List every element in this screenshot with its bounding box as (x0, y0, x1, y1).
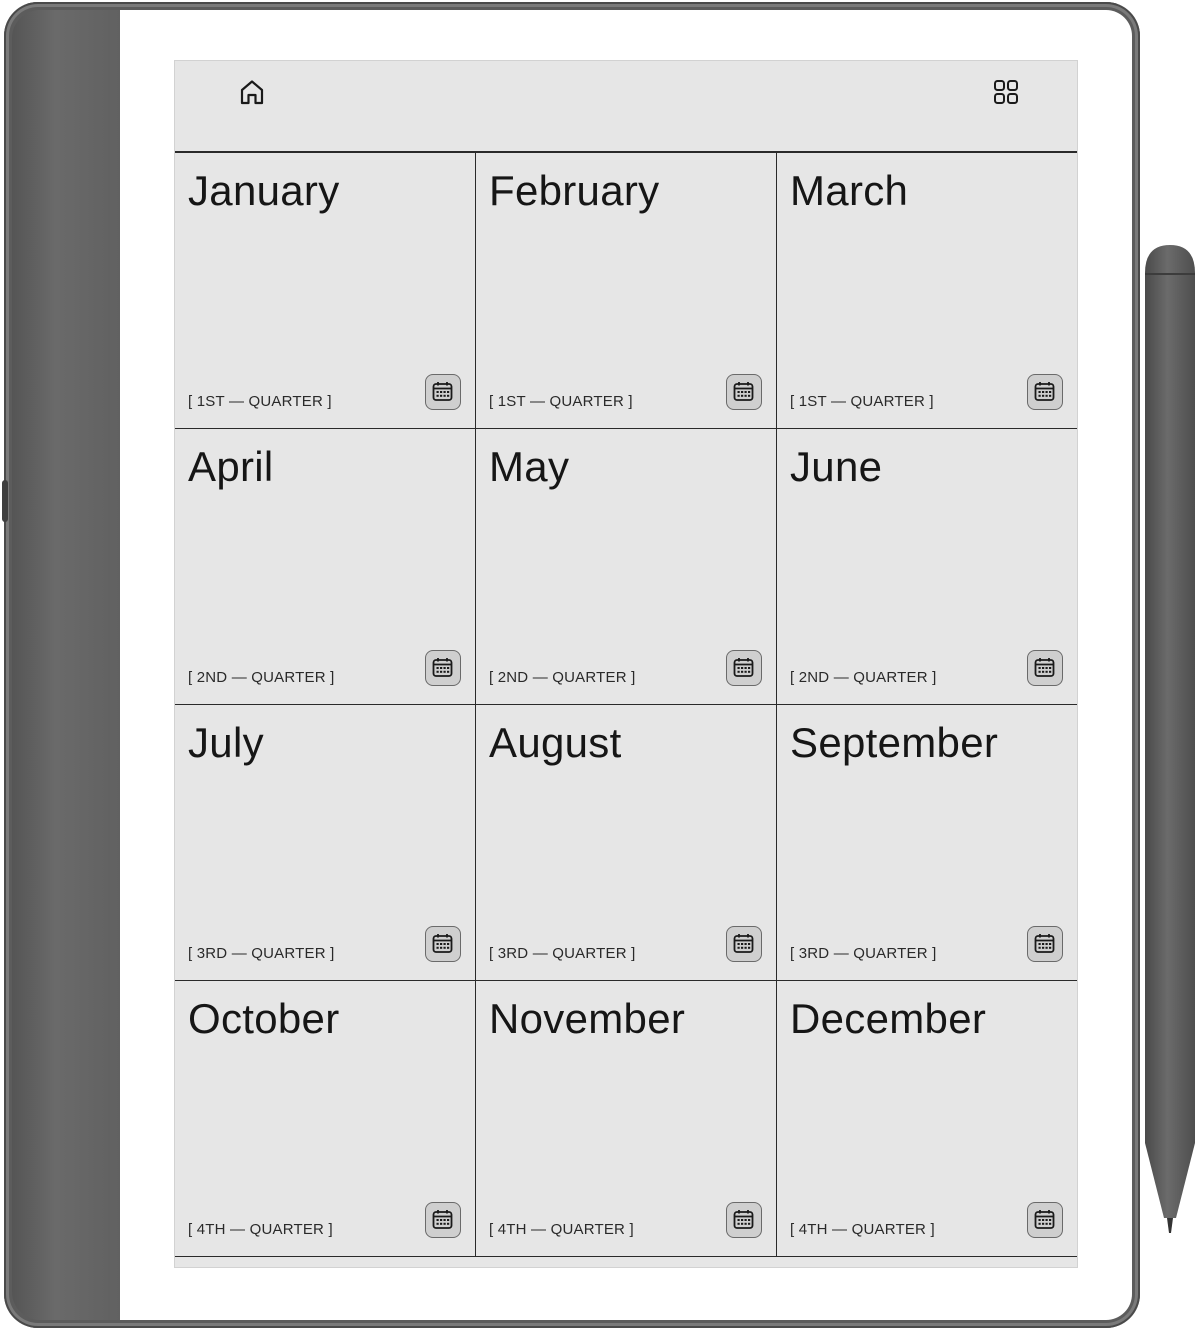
month-card-june[interactable]: June [ 2ND — QUARTER ] (777, 429, 1077, 705)
calendar-icon (1034, 934, 1055, 953)
month-card-march[interactable]: March [ 1ST — QUARTER ] (777, 153, 1077, 429)
calendar-button[interactable] (1027, 1202, 1063, 1238)
quarter-label: [ 2ND — QUARTER ] (790, 669, 937, 686)
top-toolbar (175, 61, 1077, 153)
calendar-button[interactable] (425, 374, 461, 410)
calendar-icon (432, 382, 453, 401)
calendar-button[interactable] (425, 1202, 461, 1238)
quarter-label: [ 2ND — QUARTER ] (489, 669, 636, 686)
month-card-august[interactable]: August [ 3RD — QUARTER ] (476, 705, 777, 981)
home-icon[interactable] (237, 77, 267, 107)
month-title: January (188, 167, 340, 214)
calendar-icon (733, 382, 754, 401)
quarter-label: [ 2ND — QUARTER ] (188, 669, 335, 686)
quarter-label: [ 3RD — QUARTER ] (489, 945, 636, 962)
month-card-july[interactable]: July [ 3RD — QUARTER ] (175, 705, 476, 981)
month-title: June (790, 443, 883, 490)
month-grid: January [ 1ST — QUARTER ] February [ 1ST… (175, 153, 1077, 1257)
month-title: March (790, 167, 909, 214)
month-card-january[interactable]: January [ 1ST — QUARTER ] (175, 153, 476, 429)
calendar-button[interactable] (726, 374, 762, 410)
eink-screen: January [ 1ST — QUARTER ] February [ 1ST… (174, 60, 1078, 1268)
calendar-button[interactable] (1027, 650, 1063, 686)
quarter-label: [ 4TH — QUARTER ] (489, 1221, 634, 1238)
power-button (2, 480, 8, 522)
calendar-button[interactable] (726, 1202, 762, 1238)
calendar-icon (1034, 1210, 1055, 1229)
calendar-icon (1034, 382, 1055, 401)
month-card-november[interactable]: November [ 4TH — QUARTER ] (476, 981, 777, 1257)
month-card-december[interactable]: December [ 4TH — QUARTER ] (777, 981, 1077, 1257)
calendar-icon (733, 1210, 754, 1229)
month-card-september[interactable]: September [ 3RD — QUARTER ] (777, 705, 1077, 981)
device-photo: January [ 1ST — QUARTER ] February [ 1ST… (0, 0, 1200, 1332)
month-card-may[interactable]: May [ 2ND — QUARTER ] (476, 429, 777, 705)
calendar-icon (733, 658, 754, 677)
month-title: July (188, 719, 264, 766)
calendar-icon (1034, 658, 1055, 677)
month-title: April (188, 443, 274, 490)
calendar-button[interactable] (425, 926, 461, 962)
quarter-label: [ 4TH — QUARTER ] (790, 1221, 935, 1238)
calendar-icon (733, 934, 754, 953)
month-title: May (489, 443, 570, 490)
month-title: October (188, 995, 340, 1042)
quarter-label: [ 4TH — QUARTER ] (188, 1221, 333, 1238)
grid-view-icon[interactable] (991, 77, 1021, 107)
quarter-label: [ 1ST — QUARTER ] (489, 393, 633, 410)
calendar-icon (432, 934, 453, 953)
month-title: September (790, 719, 999, 766)
quarter-label: [ 3RD — QUARTER ] (188, 945, 335, 962)
calendar-icon (432, 1210, 453, 1229)
stylus-pen (1145, 245, 1195, 1233)
calendar-button[interactable] (425, 650, 461, 686)
month-title: November (489, 995, 686, 1042)
month-title: February (489, 167, 660, 214)
calendar-button[interactable] (1027, 374, 1063, 410)
calendar-icon (432, 658, 453, 677)
device-spine (12, 10, 120, 1320)
month-title: August (489, 719, 622, 766)
quarter-label: [ 1ST — QUARTER ] (188, 393, 332, 410)
calendar-button[interactable] (726, 926, 762, 962)
month-card-february[interactable]: February [ 1ST — QUARTER ] (476, 153, 777, 429)
calendar-button[interactable] (726, 650, 762, 686)
month-card-april[interactable]: April [ 2ND — QUARTER ] (175, 429, 476, 705)
calendar-button[interactable] (1027, 926, 1063, 962)
month-card-october[interactable]: October [ 4TH — QUARTER ] (175, 981, 476, 1257)
month-title: December (790, 995, 987, 1042)
quarter-label: [ 3RD — QUARTER ] (790, 945, 937, 962)
quarter-label: [ 1ST — QUARTER ] (790, 393, 934, 410)
